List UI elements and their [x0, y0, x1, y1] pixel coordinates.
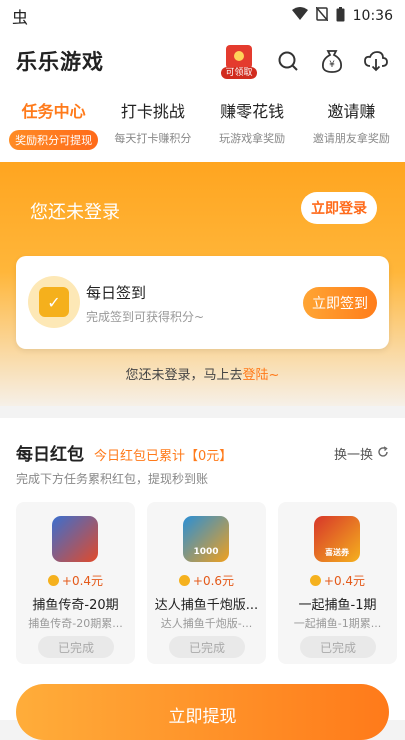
- login-notice-text: 您还未登录，马上去: [125, 368, 243, 383]
- daily-checkin-card: ✓ 每日签到 完成签到可获得积分~ 立即签到: [16, 256, 389, 349]
- tab-sublabel: 玩游戏拿奖励: [219, 132, 286, 145]
- reward-value: +0.4元: [323, 574, 366, 588]
- appbar-actions: 可领取 ¥: [221, 43, 389, 79]
- app-bar: 乐乐游戏 可领取 ¥: [0, 32, 405, 90]
- fish-game-icon: [52, 516, 98, 562]
- completed-badge: 已完成: [169, 636, 245, 658]
- checkin-icon-circle: ✓: [28, 276, 80, 328]
- refresh-button[interactable]: 换一换: [334, 444, 389, 463]
- reward-amount: +0.4元: [278, 572, 397, 589]
- tab-invite-earn[interactable]: 邀请赚 邀请朋友拿奖励: [302, 90, 401, 162]
- login-status-text: 您还未登录: [30, 202, 120, 223]
- tab-label: 邀请赚: [327, 102, 376, 121]
- login-button[interactable]: 立即登录: [301, 192, 377, 224]
- calendar-check-icon: ✓: [39, 287, 69, 317]
- status-bar: 虫 10:36: [0, 0, 405, 32]
- tab-sublabel: 每天打卡赚积分: [114, 132, 192, 145]
- bug-icon: 虫: [12, 8, 29, 27]
- game-name: 一起捕鱼-1期: [298, 598, 377, 613]
- clock: 10:36: [352, 8, 393, 24]
- daily-header: 每日红包 今日红包已累计【0元】: [16, 440, 232, 465]
- completed-badge: 已完成: [300, 636, 376, 658]
- red-envelope-button[interactable]: 可领取: [221, 43, 257, 79]
- game-name: 达人捕鱼千炮版...: [154, 598, 259, 613]
- game-task-card[interactable]: 1000 +0.6元 达人捕鱼千炮版... 达人捕鱼千炮版-... 已完成: [147, 502, 266, 664]
- reward-value: +0.6元: [192, 574, 235, 588]
- accumulated-amount: 今日红包已累计【0元】: [94, 449, 233, 464]
- search-icon[interactable]: [275, 48, 301, 74]
- coin-icon: [47, 575, 59, 586]
- red-envelope-icon: [226, 45, 252, 69]
- checkin-subtitle: 完成签到可获得积分~: [86, 310, 205, 324]
- no-sim-icon: [315, 6, 329, 25]
- daily-red-packet-section: 每日红包 今日红包已累计【0元】 换一换 完成下方任务累积红包，提现秒到账 +0…: [0, 418, 405, 720]
- tab-earn-pocket-money[interactable]: 赚零花钱 玩游戏拿奖励: [203, 90, 302, 162]
- game-subtitle: 捕鱼传奇-20期累...: [28, 617, 123, 630]
- section-description: 完成下方任务累积红包，提现秒到账: [16, 472, 209, 486]
- refresh-icon: [377, 445, 389, 462]
- completed-badge: 已完成: [38, 636, 114, 658]
- game-task-card[interactable]: 喜送券 +0.4元 一起捕鱼-1期 一起捕鱼-1期累... 已完成: [278, 502, 397, 664]
- tab-task-center[interactable]: 任务中心 奖励积分可提现: [4, 90, 103, 162]
- game-icon-badge: 1000: [193, 547, 219, 557]
- tab-label: 任务中心: [21, 102, 86, 121]
- red-envelope-badge: 可领取: [221, 67, 257, 79]
- tab-sublabel: 邀请朋友拿奖励: [312, 132, 390, 145]
- game-subtitle: 一起捕鱼-1期累...: [293, 617, 382, 630]
- reward-value: +0.4元: [61, 574, 104, 588]
- game-subtitle: 达人捕鱼千炮版-...: [160, 617, 253, 630]
- tab-checkin-challenge[interactable]: 打卡挑战 每天打卡赚积分: [103, 90, 202, 162]
- battery-icon: [336, 6, 345, 26]
- game-icon-badge: 喜送券: [325, 547, 349, 557]
- task-tabs: 任务中心 奖励积分可提现 打卡挑战 每天打卡赚积分 赚零花钱 玩游戏拿奖励 邀请…: [0, 90, 405, 162]
- status-icons: 10:36: [291, 6, 393, 26]
- coin-icon: [178, 575, 190, 586]
- reward-amount: +0.4元: [16, 572, 135, 589]
- checkin-title: 每日签到: [86, 284, 147, 302]
- cloud-download-icon[interactable]: [363, 48, 389, 74]
- tab-sublabel: 奖励积分可提现: [9, 130, 99, 150]
- coin-icon: [309, 575, 321, 586]
- game-task-list: +0.4元 捕鱼传奇-20期 捕鱼传奇-20期累... 已完成 1000 +0.…: [16, 502, 397, 664]
- wifi-icon: [291, 7, 308, 25]
- game-name: 捕鱼传奇-20期: [32, 598, 119, 613]
- app-title: 乐乐游戏: [16, 50, 104, 74]
- svg-text:¥: ¥: [329, 60, 335, 70]
- login-banner: 您还未登录 立即登录 ✓ 每日签到 完成签到可获得积分~ 立即签到 您还未登录，…: [0, 162, 405, 406]
- reward-amount: +0.6元: [147, 572, 266, 589]
- login-link[interactable]: 登陆~: [243, 368, 280, 383]
- gold-fish-icon: 喜送券: [314, 516, 360, 562]
- game-task-card[interactable]: +0.4元 捕鱼传奇-20期 捕鱼传奇-20期累... 已完成: [16, 502, 135, 664]
- checkin-button[interactable]: 立即签到: [303, 287, 377, 319]
- tab-label: 打卡挑战: [120, 102, 185, 121]
- login-notice: 您还未登录，马上去登陆~: [0, 364, 405, 383]
- section-title: 每日红包: [16, 445, 84, 465]
- refresh-label: 换一换: [333, 448, 373, 463]
- fish-cannon-icon: 1000: [183, 516, 229, 562]
- withdraw-button[interactable]: 立即提现: [16, 684, 389, 740]
- money-bag-icon[interactable]: ¥: [319, 48, 345, 74]
- tab-label: 赚零花钱: [220, 102, 285, 121]
